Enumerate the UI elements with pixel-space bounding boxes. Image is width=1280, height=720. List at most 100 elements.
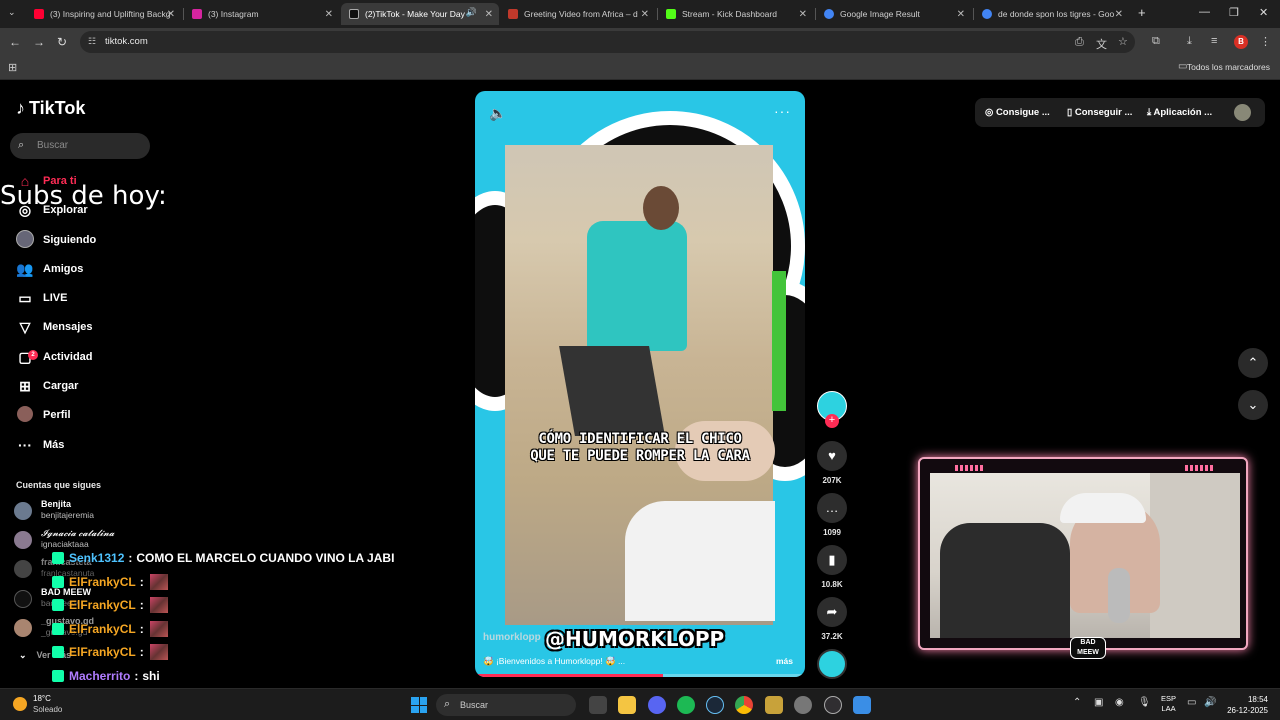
extensions-icon[interactable]: ⧉ xyxy=(1152,35,1160,48)
more-options-icon[interactable]: ··· xyxy=(774,103,791,119)
close-icon[interactable]: ✕ xyxy=(799,9,807,20)
next-video-button[interactable]: ⌄ xyxy=(1238,390,1268,420)
webcam-overlay: BAD MEEW xyxy=(918,457,1248,659)
bookmark-icon: ▮ xyxy=(828,552,836,567)
video-description: 🤯 ¡Bienvenidos a Humorklopp! 🤯 ... xyxy=(483,656,626,666)
chrome-icon[interactable] xyxy=(735,696,753,714)
close-icon[interactable]: ✕ xyxy=(641,9,649,20)
tab-search-icon[interactable]: ⌄ xyxy=(8,7,16,18)
chat-message: ElFrankyCL : xyxy=(52,619,168,639)
speaker-icon[interactable]: 🔊 xyxy=(466,7,477,18)
close-window-icon[interactable]: ✕ xyxy=(1259,6,1268,19)
tray-app-icon[interactable]: ▣ xyxy=(1094,697,1103,708)
minimize-icon[interactable]: — xyxy=(1199,6,1210,18)
close-icon[interactable]: ✕ xyxy=(957,9,965,20)
chat-text: shi xyxy=(142,669,160,683)
tab-google-search[interactable]: de donde spon los tigres - Goo ✕ xyxy=(974,3,1129,25)
follow-plus-icon[interactable]: + xyxy=(825,414,839,428)
user-avatar[interactable] xyxy=(1234,104,1251,121)
network-icon[interactable]: ▭ xyxy=(1187,697,1196,708)
app-icon[interactable] xyxy=(853,696,871,714)
chat-separator: : xyxy=(139,622,144,636)
tab-instagram[interactable]: (3) Instagram ✕ xyxy=(184,3,339,25)
close-icon[interactable]: ✕ xyxy=(1115,9,1123,20)
profile-avatar[interactable]: B xyxy=(1234,35,1248,49)
all-bookmarks-link[interactable]: Todos los marcadores xyxy=(1187,62,1270,72)
restore-icon[interactable]: ❐ xyxy=(1229,6,1239,19)
get-coins-button[interactable]: ◎ Consigue ... xyxy=(985,107,1050,118)
file-explorer-icon[interactable] xyxy=(618,696,636,714)
nav-item-perfil[interactable]: Perfil xyxy=(15,403,71,427)
google-icon xyxy=(824,9,834,19)
video-more-link[interactable]: más xyxy=(776,656,793,666)
close-icon[interactable]: ✕ xyxy=(167,9,175,20)
save-button[interactable]: ▮ xyxy=(817,545,847,575)
video-progress-bar[interactable] xyxy=(475,674,805,677)
tab-kick-dashboard[interactable]: Stream - Kick Dashboard ✕ xyxy=(658,3,813,25)
comment-button[interactable]: … xyxy=(817,493,847,523)
get-app-button[interactable]: ▯ Conseguir ... xyxy=(1067,107,1132,118)
install-app-icon[interactable]: ⎙ xyxy=(1075,36,1084,49)
tab-google-image[interactable]: Google Image Result ✕ xyxy=(816,3,971,25)
new-tab-icon[interactable]: + xyxy=(1138,5,1146,20)
chat-badge-icon xyxy=(52,599,64,611)
nav-item-cargar[interactable]: ⊞ Cargar xyxy=(15,374,78,398)
windows-start-icon[interactable] xyxy=(411,697,427,713)
weather-condition[interactable]: Soleado xyxy=(33,705,62,714)
tiktok-search-input[interactable]: ⌕ Buscar xyxy=(10,133,150,159)
tray-app-icon[interactable]: ◉ xyxy=(1115,697,1124,708)
download-icon[interactable]: ⤓ xyxy=(1187,35,1192,48)
nav-item-live[interactable]: ▭ LIVE xyxy=(15,286,67,310)
chat-username: ElFrankyCL xyxy=(69,622,136,636)
forward-icon[interactable]: → xyxy=(33,35,45,49)
like-button[interactable]: ♥ xyxy=(817,441,847,471)
reload-icon[interactable]: ↻ xyxy=(57,35,67,49)
video-author[interactable]: humorklopp xyxy=(483,632,541,643)
steam-icon[interactable] xyxy=(706,696,724,714)
discord-icon[interactable] xyxy=(648,696,666,714)
volume-icon[interactable]: 🔈 xyxy=(489,105,506,122)
taskbar-clock[interactable]: 18:54 26-12-2025 xyxy=(1227,694,1268,716)
comment-icon: … xyxy=(825,500,839,515)
account-handle: benjitajeremia xyxy=(41,510,94,520)
sun-icon[interactable] xyxy=(13,697,27,711)
task-view-icon[interactable] xyxy=(589,696,607,714)
nav-item-amigos[interactable]: 👥 Amigos xyxy=(15,257,83,281)
tab-title: Google Image Result xyxy=(840,9,920,19)
url-bar[interactable]: ☷ tiktok.com ⎙ 文 ☆ xyxy=(80,31,1135,53)
video-player[interactable]: 🔈 ··· CÓMO IDENTIFICAR EL CHICO QUE TE P… xyxy=(475,91,805,677)
close-icon[interactable]: ✕ xyxy=(485,9,493,20)
language-indicator[interactable]: ESP LAA xyxy=(1161,694,1176,714)
back-icon[interactable]: ← xyxy=(9,35,21,49)
avatar xyxy=(14,619,32,637)
microphone-icon[interactable]: 🎙 xyxy=(1138,697,1151,708)
volume-icon[interactable]: 🔊 xyxy=(1204,697,1216,708)
sound-disc[interactable] xyxy=(817,649,847,679)
nav-item-mas[interactable]: ··· Más xyxy=(15,433,64,457)
spotify-icon[interactable] xyxy=(677,696,695,714)
tiktok-logo[interactable]: ♪ TikTok xyxy=(16,98,85,119)
tray-overflow-icon[interactable]: ⌃ xyxy=(1073,697,1081,708)
weather-temperature[interactable]: 18°C xyxy=(33,694,51,703)
site-info-icon[interactable]: ☷ xyxy=(88,36,96,47)
nav-item-mensajes[interactable]: ▽ Mensajes xyxy=(15,315,93,339)
previous-video-button[interactable]: ⌃ xyxy=(1238,348,1268,378)
obs-icon[interactable] xyxy=(824,696,842,714)
tab-youtube[interactable]: (3) Inspiring and Uplifting Backg ✕ xyxy=(26,3,181,25)
nav-item-siguiendo[interactable]: Siguiendo xyxy=(15,228,96,252)
download-app-button[interactable]: ⤓ Aplicación ... xyxy=(1147,107,1212,118)
app-icon[interactable] xyxy=(765,696,783,714)
translate-icon[interactable]: 文 xyxy=(1096,36,1107,52)
url-text[interactable]: tiktok.com xyxy=(105,36,148,47)
bookmark-star-icon[interactable]: ☆ xyxy=(1118,35,1128,48)
media-control-icon[interactable]: ≡ xyxy=(1211,35,1217,47)
app-icon[interactable] xyxy=(794,696,812,714)
taskbar-search[interactable]: ⌕ Buscar xyxy=(436,694,576,716)
close-icon[interactable]: ✕ xyxy=(325,9,333,20)
share-button[interactable]: ➦ xyxy=(817,597,847,627)
browser-menu-icon[interactable]: ⋮ xyxy=(1260,35,1271,48)
nav-item-actividad[interactable]: ▢ 2 Actividad xyxy=(15,345,92,369)
tab-greeting-video[interactable]: Greeting Video from Africa – d ✕ xyxy=(500,3,655,25)
tab-tiktok[interactable]: (2)TikTok - Make Your Day 🔊 ✕ xyxy=(341,3,499,25)
apps-grid-icon[interactable]: ⊞ xyxy=(8,61,17,74)
